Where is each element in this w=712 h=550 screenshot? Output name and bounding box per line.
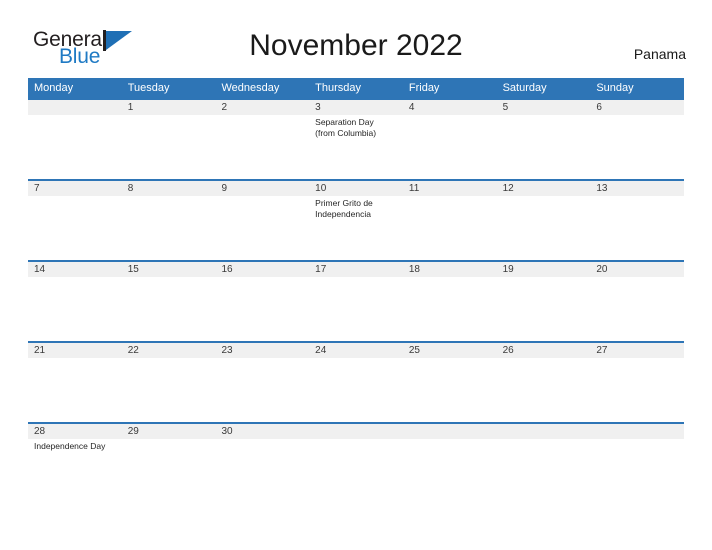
calendar-day-cell-empty xyxy=(496,424,591,468)
calendar-day-number: 27 xyxy=(590,343,685,358)
calendar-day-cell-empty xyxy=(590,424,685,468)
calendar-day-cell[interactable]: 25 xyxy=(402,343,497,422)
calendar-weeks: 1 2 3 Separation Day (from Columbia) 4 5 6 7 8 9 10… xyxy=(28,98,685,468)
calendar-day-cell[interactable]: 18 xyxy=(402,262,497,341)
calendar-page: General Blue November 2022 Panama Monday… xyxy=(0,0,712,550)
calendar-day-number: 5 xyxy=(496,100,591,115)
calendar-day-number xyxy=(590,424,685,439)
calendar-day-cell[interactable]: 7 xyxy=(28,181,122,260)
calendar-day-number: 24 xyxy=(309,343,403,358)
calendar-day-cell[interactable]: 22 xyxy=(121,343,216,422)
calendar-day-cell-empty xyxy=(309,424,403,468)
calendar-day-number: 12 xyxy=(496,181,591,196)
calendar-day-number: 18 xyxy=(402,262,497,277)
calendar-day-number: 26 xyxy=(496,343,591,358)
calendar-day-number: 17 xyxy=(309,262,403,277)
calendar-day-cell[interactable]: 14 xyxy=(28,262,122,341)
calendar-day-cell[interactable]: 30 xyxy=(215,424,310,468)
calendar-day-number: 11 xyxy=(402,181,497,196)
calendar-day-number: 30 xyxy=(215,424,310,439)
calendar-day-number: 1 xyxy=(121,100,216,115)
calendar-day-number: 10 xyxy=(309,181,403,196)
calendar-day-number: 14 xyxy=(28,262,122,277)
weekday-header-wednesday: Wednesday xyxy=(221,82,280,94)
calendar-day-cell[interactable]: 26 xyxy=(496,343,591,422)
calendar-day-number: 2 xyxy=(215,100,310,115)
calendar-day-number: 29 xyxy=(121,424,216,439)
calendar-day-cell[interactable]: 13 xyxy=(590,181,685,260)
calendar-day-number: 22 xyxy=(121,343,216,358)
calendar-day-number xyxy=(309,424,403,439)
weekday-header-thursday: Thursday xyxy=(315,82,362,94)
calendar-day-cell[interactable]: 9 xyxy=(215,181,310,260)
calendar-day-number: 13 xyxy=(590,181,685,196)
calendar-day-cell[interactable]: 16 xyxy=(215,262,310,341)
calendar-day-number: 15 xyxy=(121,262,216,277)
calendar-week-row: 28 Independence Day 29 30 xyxy=(28,422,685,468)
page-title: November 2022 xyxy=(249,29,463,62)
calendar-event-line: Separation Day xyxy=(315,117,374,127)
calendar-day-cell[interactable]: 12 xyxy=(496,181,591,260)
region-label: Panama xyxy=(633,46,686,62)
weekday-header-sunday: Sunday xyxy=(596,82,634,94)
calendar-day-number: 6 xyxy=(590,100,685,115)
calendar-day-events: Separation Day (from Columbia) xyxy=(309,115,403,139)
calendar-day-number: 8 xyxy=(121,181,216,196)
weekday-header-row: Monday Tuesday Wednesday Thursday Friday… xyxy=(28,78,684,98)
calendar-day-number: 4 xyxy=(402,100,497,115)
calendar-day-cell[interactable]: 21 xyxy=(28,343,122,422)
calendar-event-line: Independencia xyxy=(315,209,371,219)
calendar-event-line: Primer Grito de xyxy=(315,198,373,208)
page-header: General Blue November 2022 Panama xyxy=(0,0,712,78)
calendar-day-cell-empty xyxy=(28,100,122,179)
calendar-day-cell[interactable]: 19 xyxy=(496,262,591,341)
calendar-day-cell[interactable]: 20 xyxy=(590,262,685,341)
calendar-day-cell[interactable]: 10 Primer Grito de Independencia xyxy=(309,181,403,260)
calendar-day-number: 28 xyxy=(28,424,122,439)
calendar-week-row: 14 15 16 17 18 19 20 xyxy=(28,260,685,341)
calendar-day-cell[interactable]: 11 xyxy=(402,181,497,260)
calendar-day-cell[interactable]: 29 xyxy=(121,424,216,468)
calendar-day-cell[interactable]: 4 xyxy=(402,100,497,179)
calendar-event-line: Independence Day xyxy=(34,441,106,451)
calendar-week-row: 7 8 9 10 Primer Grito de Independencia 11 12 13 xyxy=(28,179,685,260)
calendar-day-events: Primer Grito de Independencia xyxy=(309,196,403,220)
calendar-day-cell[interactable]: 8 xyxy=(121,181,216,260)
calendar-day-cell[interactable]: 17 xyxy=(309,262,403,341)
calendar-day-cell[interactable]: 24 xyxy=(309,343,403,422)
calendar-day-number: 25 xyxy=(402,343,497,358)
calendar-day-cell[interactable]: 3 Separation Day (from Columbia) xyxy=(309,100,403,179)
weekday-header-friday: Friday xyxy=(408,82,440,94)
calendar-day-cell[interactable]: 28 Independence Day xyxy=(28,424,122,468)
calendar-day-cell[interactable]: 15 xyxy=(121,262,216,341)
calendar-day-cell[interactable]: 23 xyxy=(215,343,310,422)
calendar-day-cell[interactable]: 6 xyxy=(590,100,685,179)
calendar-day-number: 19 xyxy=(496,262,591,277)
calendar-day-number xyxy=(402,424,497,439)
calendar-day-cell[interactable]: 27 xyxy=(590,343,685,422)
calendar-day-cell-empty xyxy=(402,424,497,468)
calendar-week-row: 1 2 3 Separation Day (from Columbia) 4 5 6 xyxy=(28,98,685,179)
calendar-event-line: (from Columbia) xyxy=(315,128,377,138)
calendar-day-number: 16 xyxy=(215,262,310,277)
calendar-day-number: 20 xyxy=(590,262,685,277)
calendar-grid: Monday Tuesday Wednesday Thursday Friday… xyxy=(28,78,685,468)
calendar-day-number: 3 xyxy=(309,100,403,115)
calendar-day-number: 23 xyxy=(215,343,310,358)
calendar-day-number: 21 xyxy=(28,343,122,358)
calendar-day-number xyxy=(496,424,591,439)
calendar-day-number xyxy=(28,100,122,115)
calendar-day-cell[interactable]: 2 xyxy=(215,100,310,179)
calendar-day-events: Independence Day xyxy=(28,439,122,452)
weekday-header-saturday: Saturday xyxy=(502,82,547,94)
calendar-day-cell[interactable]: 1 xyxy=(121,100,216,179)
calendar-day-number: 9 xyxy=(215,181,310,196)
calendar-week-row: 21 22 23 24 25 26 27 xyxy=(28,341,685,422)
weekday-header-monday: Monday xyxy=(34,82,74,94)
calendar-day-cell[interactable]: 5 xyxy=(496,100,591,179)
weekday-header-tuesday: Tuesday xyxy=(127,82,170,94)
calendar-day-number: 7 xyxy=(28,181,122,196)
